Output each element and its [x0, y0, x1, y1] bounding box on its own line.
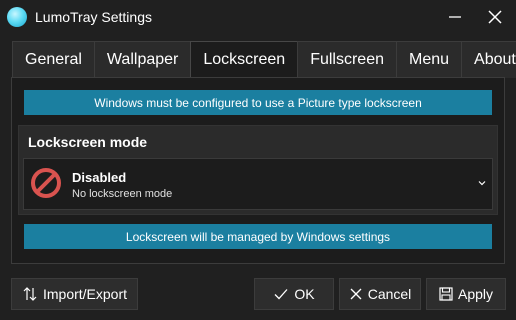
tab-lockscreen[interactable]: Lockscreen [190, 41, 299, 78]
lockscreen-status-bar: Lockscreen will be managed by Windows se… [24, 224, 492, 249]
tab-about[interactable]: About [461, 41, 516, 78]
cancel-button[interactable]: Cancel [339, 278, 421, 310]
checkmark-icon [274, 289, 288, 300]
lockscreen-mode-heading: Lockscreen mode [28, 134, 148, 150]
close-icon [488, 10, 502, 24]
minimize-button[interactable] [434, 0, 476, 34]
x-icon [350, 288, 362, 300]
picture-lockscreen-notice: Windows must be configured to use a Pict… [24, 90, 492, 115]
swap-arrows-icon [23, 287, 37, 301]
tab-menu[interactable]: Menu [396, 41, 463, 78]
ok-label: OK [294, 286, 315, 302]
window-title: LumoTray Settings [35, 9, 152, 25]
tab-wallpaper[interactable]: Wallpaper [93, 41, 192, 78]
apply-label: Apply [457, 286, 494, 302]
tab-fullscreen[interactable]: Fullscreen [297, 41, 397, 78]
save-disk-icon [439, 287, 453, 301]
tab-general[interactable]: General [12, 41, 95, 78]
tab-strip: General Wallpaper Lockscreen Fullscreen … [12, 41, 516, 78]
lockscreen-mode-description: No lockscreen mode [72, 188, 173, 200]
lockscreen-mode-value: Disabled [72, 170, 127, 185]
import-export-button[interactable]: Import/Export [11, 278, 138, 310]
ok-button[interactable]: OK [254, 278, 334, 310]
import-export-label: Import/Export [42, 286, 128, 302]
title-bar: LumoTray Settings [0, 0, 516, 34]
app-orb-icon [7, 7, 27, 27]
prohibited-icon [31, 168, 61, 198]
chevron-down-icon [478, 181, 486, 186]
close-button[interactable] [474, 0, 516, 34]
minimize-icon [449, 16, 461, 18]
apply-button[interactable]: Apply [426, 278, 506, 310]
cancel-label: Cancel [367, 286, 412, 302]
